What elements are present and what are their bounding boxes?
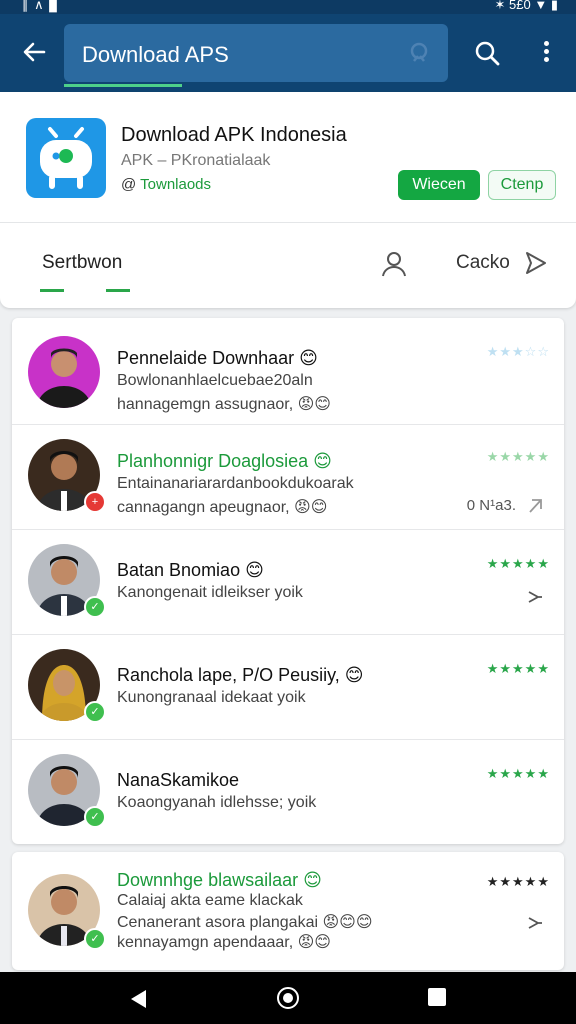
tab-section[interactable]: Sertbwon bbox=[42, 252, 122, 274]
badge-icon: ✓ bbox=[84, 701, 106, 723]
send-icon[interactable] bbox=[524, 250, 548, 276]
review-meta: 0 N¹a3. bbox=[466, 497, 516, 514]
search-icon[interactable] bbox=[472, 38, 504, 70]
search-query[interactable]: Download APS bbox=[82, 42, 229, 68]
badge-icon: ✓ bbox=[84, 806, 106, 828]
badge-icon: + bbox=[84, 491, 106, 513]
divider bbox=[0, 222, 576, 223]
rating-stars: ★★★★★ bbox=[486, 661, 550, 676]
app-bar: Download APS bbox=[0, 14, 576, 92]
reviewer-name: Ranchola lape, P/O Peusiiy, 😊 bbox=[117, 665, 364, 685]
search-field[interactable]: Download APS bbox=[64, 24, 448, 82]
review-text: hannagemgn assugnaor, 😡😊 bbox=[117, 396, 331, 413]
search-underline bbox=[64, 84, 182, 87]
reviewer-name: Downnhge blawsailaar 😊 bbox=[117, 870, 322, 890]
voice-search-icon[interactable] bbox=[408, 41, 432, 65]
app-logo-icon bbox=[26, 118, 106, 198]
reply-icon[interactable] bbox=[524, 912, 546, 934]
reviews-list: Pennelaide Downhaar 😊 Bowlonanhlaelcueba… bbox=[12, 318, 564, 844]
app-developer[interactable]: @ Townlaods bbox=[121, 176, 211, 193]
reply-icon[interactable] bbox=[524, 586, 546, 608]
back-arrow-icon[interactable] bbox=[18, 36, 50, 68]
rating-stars: ★★★★★ bbox=[486, 556, 550, 571]
primary-action-button[interactable]: Wiecen bbox=[398, 170, 480, 200]
status-right: ✶ 5£0 ▼ ▮ bbox=[494, 0, 558, 12]
tab-right-label[interactable]: Cacko bbox=[456, 252, 510, 274]
app-subtitle: APK – PKronatialaak bbox=[121, 152, 271, 169]
reply-icon[interactable] bbox=[524, 495, 546, 517]
badge-icon: ✓ bbox=[84, 596, 106, 618]
review-item[interactable]: ✓ Downnhge blawsailaar 😊 Calaiaj akta ea… bbox=[12, 852, 564, 970]
review-item[interactable]: Pennelaide Downhaar 😊 Bowlonanhlaelcueba… bbox=[12, 318, 564, 424]
secondary-action-button[interactable]: Ctenp bbox=[488, 170, 556, 200]
nav-recents-icon[interactable] bbox=[428, 988, 446, 1006]
app-header-card: Download APK Indonesia APK – PKronatiala… bbox=[0, 92, 576, 308]
app-title: Download APK Indonesia bbox=[121, 124, 347, 146]
avatar bbox=[28, 336, 100, 408]
badge-icon: ✓ bbox=[84, 928, 106, 950]
user-icon[interactable] bbox=[380, 250, 408, 278]
review-text: Entainanariarardanbookdukoarak bbox=[117, 475, 354, 492]
tab-indicator bbox=[106, 289, 130, 292]
review-item[interactable]: ✓ Ranchola lape, P/O Peusiiy, 😊 Kunongra… bbox=[12, 635, 564, 739]
nav-back-icon[interactable] bbox=[128, 988, 148, 1010]
review-text: cannagangn apeugnaor, 😡😊 bbox=[117, 499, 328, 516]
reviewer-name: Batan Bnomiao 😊 bbox=[117, 560, 264, 580]
review-item[interactable]: ✓ NanaSkamikoe Koaongyanah idlehsse; yoi… bbox=[12, 740, 564, 844]
review-text: kennayamgn apendaaar, 😡😊 bbox=[117, 934, 331, 951]
reviewer-name: Pennelaide Downhaar 😊 bbox=[117, 348, 318, 368]
review-text: Cenanerant asora plangakai 😡😊😊 bbox=[117, 914, 373, 931]
review-item[interactable]: ✓ Batan Bnomiao 😊 Kanongenait idleikser … bbox=[12, 530, 564, 634]
review-text: Koaongyanah idlehsse; yoik bbox=[117, 794, 317, 811]
status-bar: ∥ ∧ ▊ ✶ 5£0 ▼ ▮ bbox=[0, 0, 576, 14]
developer-prefix: @ bbox=[121, 176, 137, 193]
review-text: Calaiaj akta eame klackak bbox=[117, 892, 303, 909]
nav-home-icon[interactable] bbox=[277, 987, 299, 1009]
review-text: Kanongenait idleikser yoik bbox=[117, 584, 303, 601]
review-text: Kunongranaal idekaat yoik bbox=[117, 689, 306, 706]
developer-name[interactable]: Townlaods bbox=[140, 176, 211, 193]
reviewer-name: Planhonnigr Doaglosiea 😊 bbox=[117, 451, 332, 471]
system-nav-bar bbox=[0, 972, 576, 1024]
rating-stars: ★★★★★ bbox=[486, 449, 550, 464]
status-left: ∥ ∧ ▊ bbox=[22, 0, 61, 12]
rating-stars: ★★★★★ bbox=[486, 766, 550, 781]
reviewer-name: NanaSkamikoe bbox=[117, 770, 240, 790]
review-text: Bowlonanhlaelcuebae20aln bbox=[117, 372, 313, 389]
review-item[interactable]: + Planhonnigr Doaglosiea 😊 Entainanariar… bbox=[12, 425, 564, 529]
more-options-icon[interactable] bbox=[532, 38, 560, 70]
rating-stars: ★★★★★ bbox=[486, 874, 550, 889]
rating-stars: ★★★☆☆ bbox=[486, 344, 550, 359]
reviews-list-secondary: ✓ Downnhge blawsailaar 😊 Calaiaj akta ea… bbox=[12, 852, 564, 970]
tab-indicator bbox=[40, 289, 64, 292]
